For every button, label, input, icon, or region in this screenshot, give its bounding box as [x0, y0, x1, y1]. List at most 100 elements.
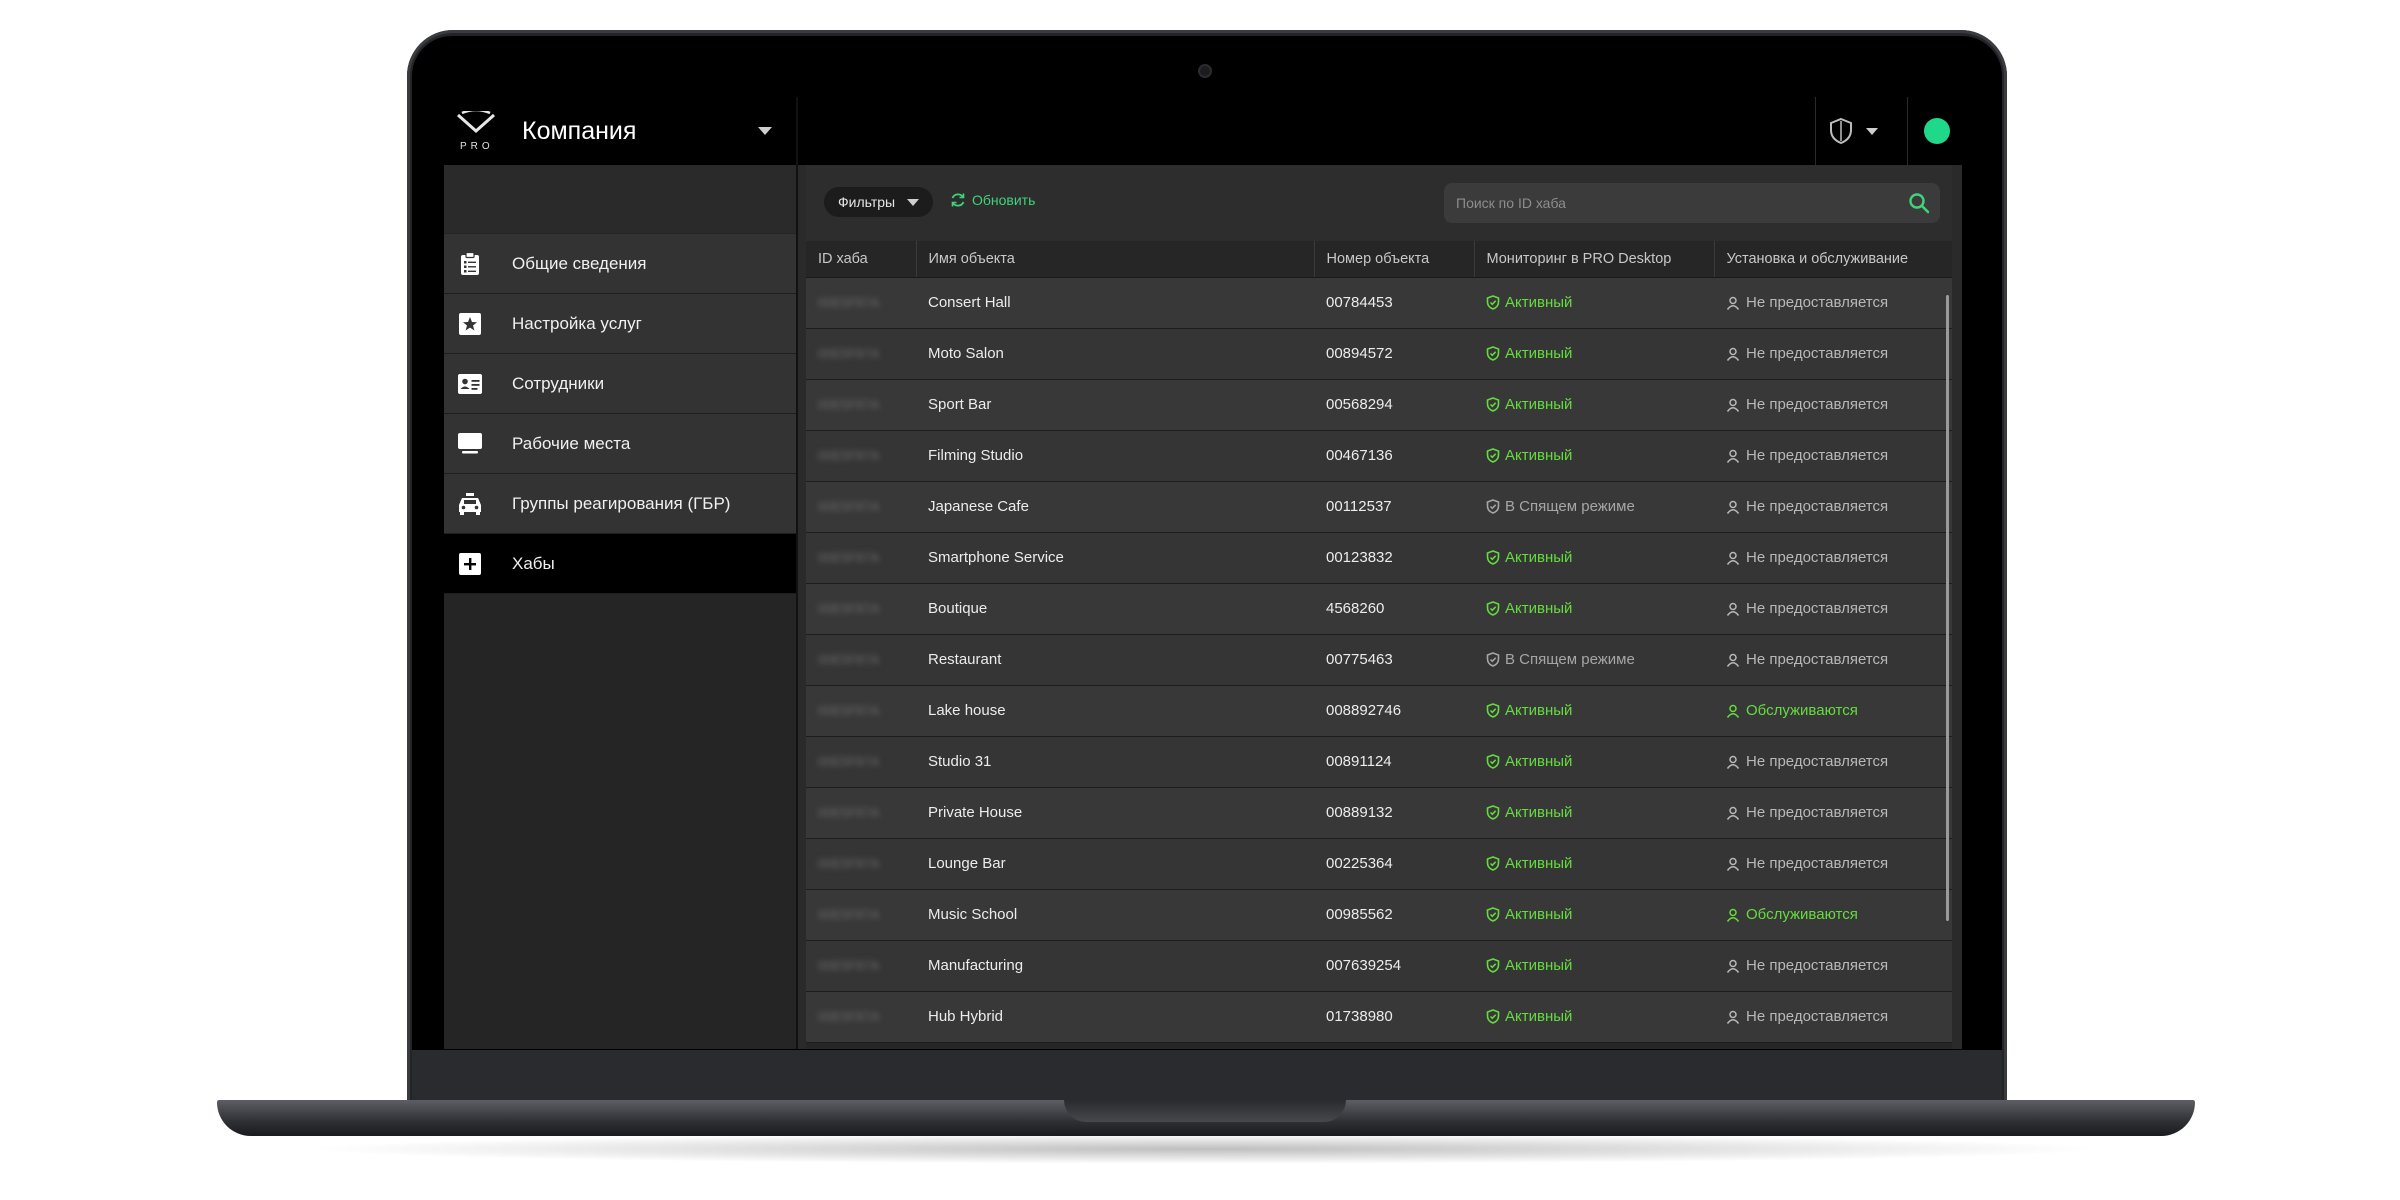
column-header-object-name[interactable]: Имя объекта — [916, 241, 1315, 278]
hub-id-cell: 00E5F87A — [806, 991, 916, 1042]
table-row[interactable]: 00E5F87A Consert Hall 00784453 Активный Не п… — [806, 277, 1952, 328]
service-cell: Не предоставляется — [1714, 991, 1952, 1042]
monitoring-status: Активный — [1505, 1008, 1573, 1025]
person-icon — [1726, 398, 1740, 412]
monitoring-status: Активный — [1505, 447, 1573, 464]
person-icon — [1726, 806, 1740, 820]
object-number-cell: 00123832 — [1326, 549, 1393, 566]
sidebar-item-1[interactable]: Настройка услуг — [444, 294, 796, 354]
hub-id-cell: 00E5F87A — [806, 277, 916, 328]
table-row[interactable]: 00E5F87A Lake house 008892746 Активный Обслу… — [806, 685, 1952, 736]
hub-id-blurred: 00E5F87A — [818, 958, 880, 973]
security-menu-button[interactable] — [1828, 115, 1898, 147]
service-cell: Не предоставляется — [1714, 634, 1952, 685]
object-name-cell: Lake house — [928, 702, 1006, 719]
shield-check-icon — [1486, 958, 1500, 973]
hubs-table: ID хаба Имя объекта Номер объекта Монито… — [806, 241, 1952, 1043]
hub-id-blurred: 00E5F87A — [818, 550, 880, 565]
table-row[interactable]: 00E5F87A Smartphone Service 00123832 Активн… — [806, 532, 1952, 583]
refresh-button[interactable]: Обновить — [950, 192, 1035, 208]
search-icon[interactable] — [1908, 192, 1930, 214]
monitoring-status: В Спящем режиме — [1505, 651, 1635, 668]
sidebar-item-label: Сотрудники — [512, 373, 605, 393]
monitor-icon — [458, 432, 482, 456]
sidebar-item-5[interactable]: Хабы — [444, 534, 796, 594]
column-header-monitoring[interactable]: Мониторинг в PRO Desktop — [1474, 241, 1715, 278]
service-cell: Не предоставляется — [1714, 430, 1952, 481]
hub-id-blurred: 00E5F87A — [818, 448, 880, 463]
table-row[interactable]: 00E5F87A Japanese Cafe 00112537 В Спящем ре… — [806, 481, 1952, 532]
service-cell: Не предоставляется — [1714, 532, 1952, 583]
person-icon — [1726, 908, 1740, 922]
hub-id-blurred: 00E5F87A — [818, 295, 880, 310]
sidebar-item-label: Хабы — [512, 553, 555, 573]
sidebar-item-4[interactable]: Группы реагирования (ГБР) — [444, 474, 796, 534]
shield-check-icon — [1486, 295, 1500, 310]
table-header-row: ID хаба Имя объекта Номер объекта Монито… — [806, 241, 1952, 278]
monitoring-status: В Спящем режиме — [1505, 498, 1635, 515]
monitoring-cell: В Спящем режиме — [1474, 634, 1714, 685]
object-number-cell: 00112537 — [1326, 498, 1392, 515]
monitoring-status: Активный — [1505, 804, 1573, 821]
table-row[interactable]: 00E5F87A Music School 00985562 Активный Обсл… — [806, 889, 1952, 940]
sidebar-item-2[interactable]: Сотрудники — [444, 354, 796, 414]
table-row[interactable]: 00E5F87A Boutique 4568260 Активный Не предос… — [806, 583, 1952, 634]
clipboard-icon — [458, 251, 482, 276]
table-row[interactable]: 00E5F87A Lounge Bar 00225364 Активный Не пре… — [806, 838, 1952, 889]
object-number-cell: 00225364 — [1326, 855, 1393, 872]
object-number-cell: 00775463 — [1326, 651, 1393, 668]
shield-check-icon — [1486, 754, 1500, 769]
person-icon — [1726, 602, 1740, 616]
chevron-down-icon[interactable] — [758, 127, 772, 135]
monitoring-status: Активный — [1505, 855, 1573, 872]
shield-check-icon — [1486, 805, 1500, 820]
table-row[interactable]: 00E5F87A Manufacturing 007639254 Активный Не… — [806, 940, 1952, 991]
sidebar-item-3[interactable]: Рабочие места — [444, 414, 796, 474]
column-header-object-number[interactable]: Номер объекта — [1314, 241, 1475, 278]
hub-id-cell: 00E5F87A — [806, 838, 916, 889]
sidebar-nav: Общие сведения Настройка услуг Сотрудники Р… — [444, 234, 796, 594]
car-icon — [458, 492, 482, 516]
service-status: Не предоставляется — [1746, 957, 1889, 974]
object-name-cell: Sport Bar — [928, 396, 992, 413]
service-status: Не предоставляется — [1746, 447, 1889, 464]
table-row[interactable]: 00E5F87A Private House 00889132 Активный Не … — [806, 787, 1952, 838]
refresh-icon — [951, 193, 965, 207]
service-cell: Не предоставляется — [1714, 940, 1952, 991]
monitoring-cell: Активный — [1474, 685, 1714, 736]
filters-button[interactable]: Фильтры — [824, 187, 934, 217]
search-box[interactable] — [1444, 183, 1940, 223]
service-status: Не предоставляется — [1746, 498, 1889, 515]
person-icon — [1726, 959, 1740, 973]
company-switcher[interactable]: PRO Компания — [444, 97, 796, 165]
monitoring-cell: Активный — [1474, 430, 1714, 481]
column-header-service[interactable]: Установка и обслуживание — [1714, 241, 1952, 278]
service-status: Не предоставляется — [1746, 345, 1889, 362]
table-row[interactable]: 00E5F87A Studio 31 00891124 Активный Не пред… — [806, 736, 1952, 787]
table-row[interactable]: 00E5F87A Filming Studio 00467136 Активный Не… — [806, 430, 1952, 481]
table-body: 00E5F87A Consert Hall 00784453 Активный Не п… — [806, 277, 1952, 1042]
service-status: Обслуживаются — [1746, 906, 1858, 923]
monitoring-cell: Активный — [1474, 787, 1714, 838]
object-name-cell: Private House — [928, 804, 1023, 821]
sidebar-item-0[interactable]: Общие сведения — [444, 234, 796, 294]
table-row[interactable]: 00E5F87A Restaurant 00775463 В Спящем режим… — [806, 634, 1952, 685]
table-row[interactable]: 00E5F87A Moto Salon 00894572 Активный Не пре… — [806, 328, 1952, 379]
table-row[interactable]: 00E5F87A Hub Hybrid 01738980 Активный Не пре… — [806, 991, 1952, 1042]
scrollbar[interactable] — [1946, 295, 1949, 921]
object-number-cell: 00894572 — [1326, 345, 1393, 362]
column-header-hub-id[interactable]: ID хаба — [806, 241, 917, 278]
table-row[interactable]: 00E5F87A Sport Bar 00568294 Активный Не пред… — [806, 379, 1952, 430]
object-name-cell: Manufacturing — [928, 957, 1024, 974]
service-cell: Не предоставляется — [1714, 277, 1952, 328]
monitoring-cell: Активный — [1474, 889, 1714, 940]
connection-status-dot[interactable] — [1924, 118, 1950, 144]
hub-id-blurred: 00E5F87A — [818, 346, 880, 361]
service-status: Не предоставляется — [1746, 294, 1889, 311]
search-input[interactable] — [1444, 194, 1908, 212]
monitoring-cell: Активный — [1474, 277, 1714, 328]
hub-id-blurred: 00E5F87A — [818, 499, 880, 514]
hub-id-cell: 00E5F87A — [806, 940, 916, 991]
sidebar-item-label: Группы реагирования (ГБР) — [512, 493, 731, 513]
hub-id-blurred: 00E5F87A — [818, 397, 880, 412]
